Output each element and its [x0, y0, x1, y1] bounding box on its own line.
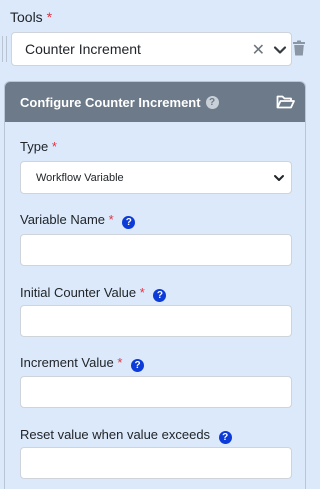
variable-name-label-text: Variable Name [20, 212, 106, 227]
type-label-text: Type [20, 139, 49, 154]
drag-handle-icon[interactable] [2, 36, 7, 62]
required-marker: * [108, 212, 114, 227]
variable-name-label: Variable Name * ? [20, 212, 136, 229]
card-header: Configure Counter Increment ? [5, 82, 305, 122]
type-select-value: Workflow Variable [36, 171, 124, 184]
increment-value-input[interactable] [20, 376, 292, 408]
type-select[interactable]: Workflow Variable [20, 161, 292, 194]
help-icon[interactable]: ? [218, 431, 232, 444]
increment-value-label: Increment Value * ? [20, 355, 145, 372]
required-marker: * [117, 355, 123, 370]
chevron-down-icon [274, 175, 284, 181]
clear-icon[interactable]: ✕ [252, 40, 265, 60]
reset-value-label: Reset value when value exceeds ? [20, 427, 232, 444]
increment-value-label-text: Increment Value [20, 355, 114, 370]
initial-counter-value-label: Initial Counter Value * ? [20, 285, 167, 302]
reset-value-label-text: Reset value when value exceeds [20, 427, 211, 442]
chevron-down-icon[interactable] [273, 43, 287, 57]
initial-counter-value-label-text: Initial Counter Value [20, 285, 137, 300]
help-icon[interactable]: ? [205, 95, 219, 109]
tools-label-text: Tools [10, 9, 43, 25]
folder-open-icon[interactable] [276, 94, 295, 110]
trash-icon[interactable] [292, 40, 306, 56]
help-icon[interactable]: ? [122, 216, 136, 229]
card-title: Configure Counter Increment [20, 94, 201, 110]
help-icon[interactable]: ? [131, 359, 145, 372]
required-marker: * [139, 285, 145, 300]
reset-value-input[interactable] [20, 447, 292, 479]
required-marker: * [51, 139, 57, 154]
help-icon[interactable]: ? [153, 289, 167, 302]
type-label: Type * [20, 139, 57, 154]
required-marker: * [46, 9, 53, 25]
variable-name-input[interactable] [20, 234, 292, 266]
tool-select[interactable]: Counter Increment ✕ [11, 32, 292, 66]
tool-select-value: Counter Increment [25, 41, 141, 57]
initial-counter-value-input[interactable] [20, 305, 292, 337]
tools-label: Tools * [10, 9, 52, 25]
